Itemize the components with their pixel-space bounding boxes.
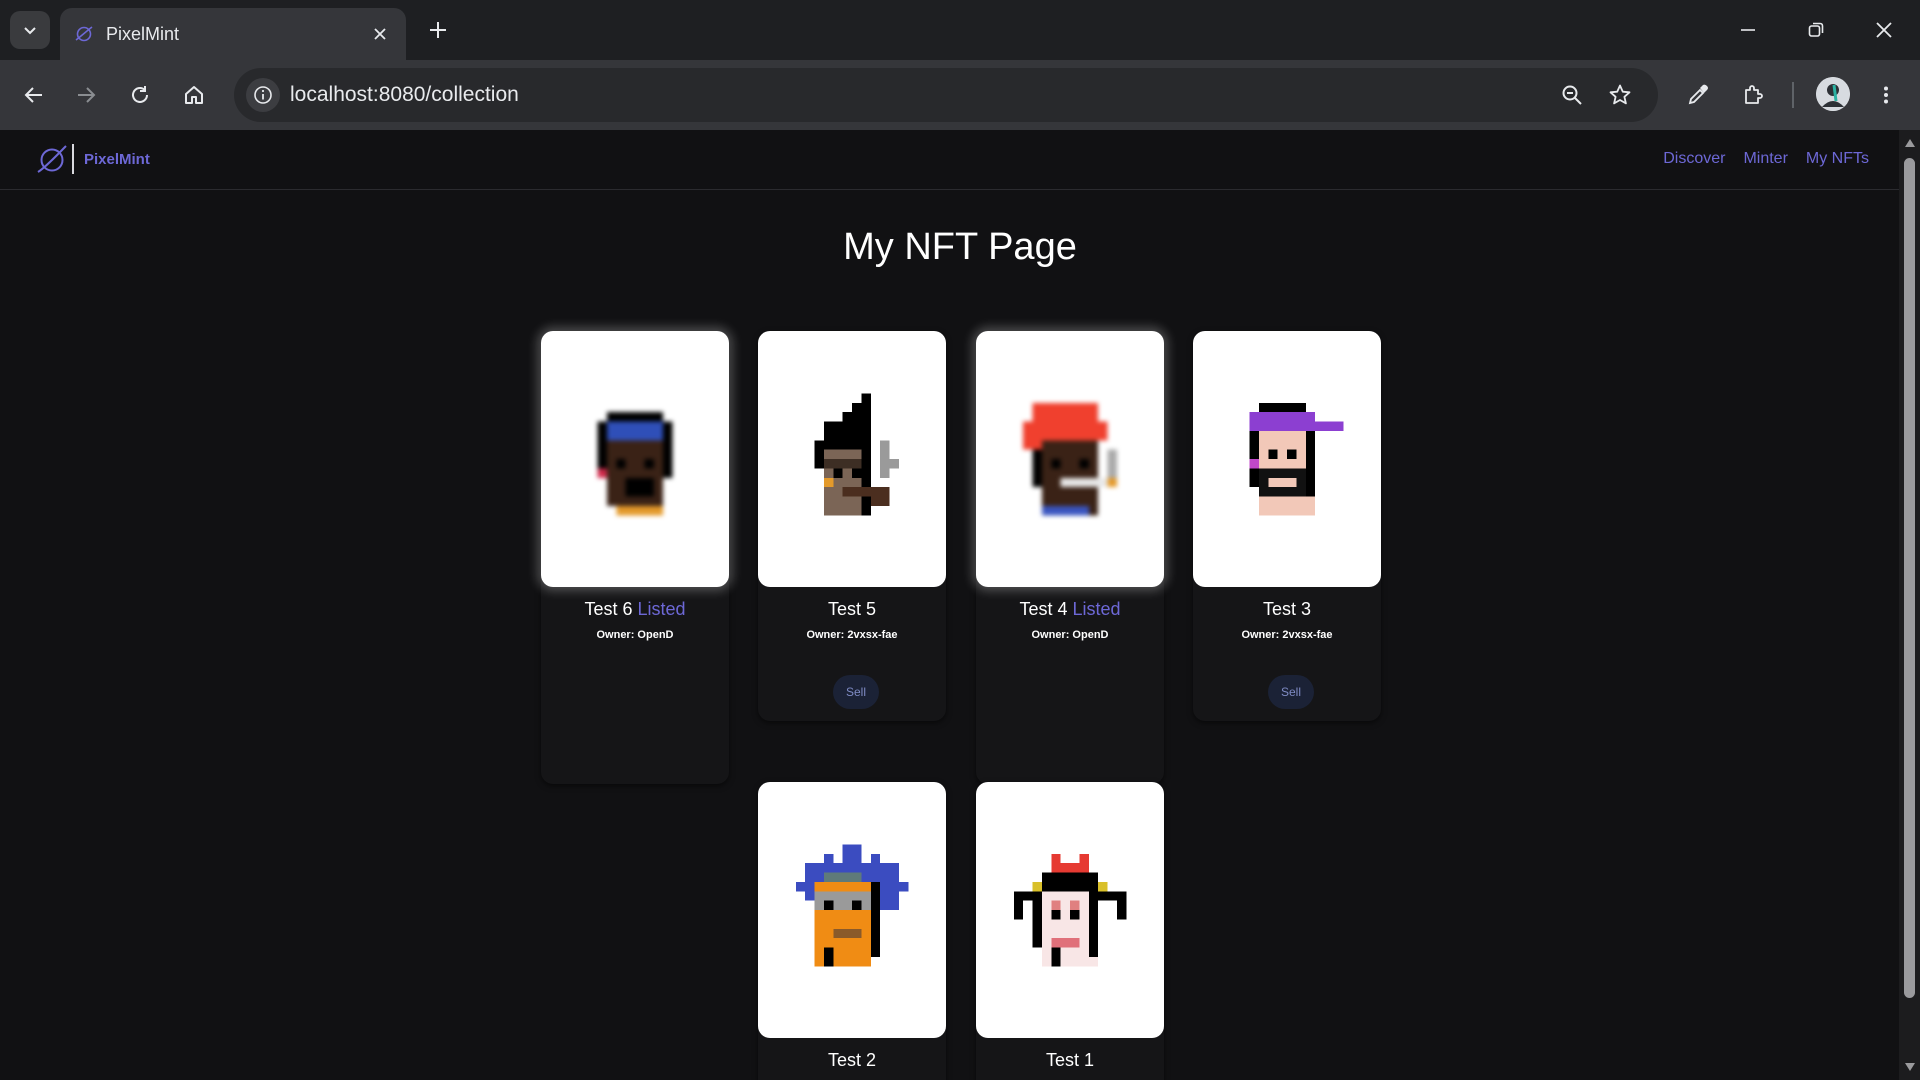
more-vert-icon (1884, 86, 1888, 104)
nft-owner: Owner: 2vxsx-fae (1241, 629, 1333, 641)
arrow-right-icon (78, 87, 96, 103)
nft-image[interactable] (758, 782, 946, 1038)
nft-name: Test 6 (584, 599, 633, 619)
site-info-button[interactable] (246, 78, 280, 112)
eyedropper-icon (1688, 84, 1708, 105)
page-viewport: PixelMint Discover Minter My NFTs My NFT… (0, 130, 1899, 1080)
browser-tab-bar: PixelMint (0, 0, 1920, 60)
nav-link-minter[interactable]: Minter (1743, 150, 1787, 168)
nft-card[interactable]: Test 1 (976, 782, 1164, 1080)
tab-close-icon[interactable] (368, 22, 392, 46)
pixel-punk-red-bow-icon (1013, 853, 1127, 967)
nft-title: Test 2 (758, 1050, 946, 1071)
planet-logo-icon (37, 145, 67, 173)
bookmark-button[interactable] (1606, 81, 1634, 109)
nft-card[interactable]: Test 6 Listed Owner: OpenD (541, 331, 729, 784)
url-text: localhost:8080/collection (290, 83, 519, 106)
site-header: PixelMint Discover Minter My NFTs (0, 130, 1899, 190)
home-button[interactable] (176, 77, 212, 113)
sell-button[interactable]: Sell (833, 675, 879, 709)
reload-button[interactable] (122, 77, 158, 113)
pixel-punk-blue-bandana-icon (597, 412, 673, 516)
nft-title: Test 3 (1193, 599, 1381, 620)
star-icon (1609, 84, 1631, 105)
nft-image[interactable] (976, 331, 1164, 587)
new-tab-button[interactable] (424, 16, 452, 44)
puzzle-icon (1745, 85, 1763, 104)
listed-status: Listed (1072, 599, 1121, 619)
restore-icon (1808, 22, 1824, 37)
page-scrollbar[interactable] (1899, 130, 1920, 1080)
toolbar-separator (1792, 82, 1794, 108)
nft-owner: Owner: OpenD (1031, 629, 1109, 641)
restore-button[interactable] (1798, 12, 1834, 48)
planet-favicon-icon (75, 26, 93, 42)
nft-title: Test 4 Listed (976, 599, 1164, 620)
brand-name: PixelMint (84, 150, 150, 168)
nft-card[interactable]: Test 5 Owner: 2vxsx-fae Sell (758, 331, 946, 721)
site-nav: Discover Minter My NFTs (1663, 150, 1869, 168)
nft-title: Test 6 Listed (541, 599, 729, 620)
nft-title: Test 1 (976, 1050, 1164, 1071)
nft-image[interactable] (758, 331, 946, 587)
browser-toolbar: localhost:8080/collection (0, 60, 1920, 130)
nft-owner: Owner: OpenD (596, 629, 674, 641)
zoom-button[interactable] (1558, 81, 1586, 109)
scroll-down-arrow-icon[interactable] (1903, 1060, 1916, 1073)
nft-name: Test 3 (1262, 599, 1312, 619)
browser-tab[interactable]: PixelMint (60, 8, 406, 60)
close-icon (1876, 22, 1892, 38)
nav-link-discover[interactable]: Discover (1663, 150, 1725, 168)
close-window-button[interactable] (1866, 12, 1902, 48)
eyedropper-extension-button[interactable] (1680, 77, 1716, 113)
back-button[interactable] (16, 77, 52, 113)
sell-button[interactable]: Sell (1268, 675, 1314, 709)
scroll-up-arrow-icon[interactable] (1903, 136, 1916, 149)
profile-icon (1816, 77, 1850, 111)
nft-name: Test 4 (1019, 599, 1068, 619)
listed-status: Listed (637, 599, 686, 619)
extensions-button[interactable] (1736, 77, 1772, 113)
nft-name: Test 2 (827, 1050, 877, 1070)
zoom-out-icon (1562, 85, 1582, 105)
profile-avatar[interactable] (1816, 77, 1850, 111)
nav-link-my-nfts[interactable]: My NFTs (1806, 150, 1869, 168)
nft-image[interactable] (1193, 331, 1381, 587)
forward-button[interactable] (68, 77, 104, 113)
arrow-left-icon (24, 87, 42, 103)
page-title: My NFT Page (843, 226, 1077, 268)
address-bar[interactable]: localhost:8080/collection (234, 68, 1658, 122)
nft-card[interactable]: Test 3 Owner: 2vxsx-fae Sell (1193, 331, 1381, 721)
nft-title: Test 5 (758, 599, 946, 620)
pixel-punk-blue-wild-hair-icon (795, 844, 909, 967)
nft-card[interactable]: Test 2 (758, 782, 946, 1080)
minimize-button[interactable] (1730, 12, 1766, 48)
nft-image[interactable] (541, 331, 729, 587)
nft-image[interactable] (976, 782, 1164, 1038)
reload-icon (132, 86, 148, 103)
info-icon (254, 86, 272, 104)
menu-button[interactable] (1868, 77, 1904, 113)
pixel-punk-black-hair-smoke-icon (814, 393, 899, 516)
pixel-punk-purple-cap-icon (1249, 402, 1344, 516)
tab-search-button[interactable] (10, 11, 50, 49)
nft-card[interactable]: Test 4 Listed Owner: OpenD (976, 331, 1164, 784)
brand[interactable]: PixelMint (36, 142, 150, 176)
plus-icon (430, 22, 446, 38)
pixel-punk-red-hair-cigarette-icon (1023, 402, 1117, 516)
nft-name: Test 5 (827, 599, 877, 619)
nft-name: Test 1 (1045, 1050, 1095, 1070)
home-icon (185, 86, 203, 104)
minimize-icon (1741, 29, 1755, 31)
nft-owner: Owner: 2vxsx-fae (806, 629, 898, 641)
brand-divider (72, 144, 74, 174)
scrollbar-thumb[interactable] (1904, 158, 1915, 998)
chevron-down-icon (24, 27, 36, 35)
tab-title: PixelMint (106, 23, 180, 44)
